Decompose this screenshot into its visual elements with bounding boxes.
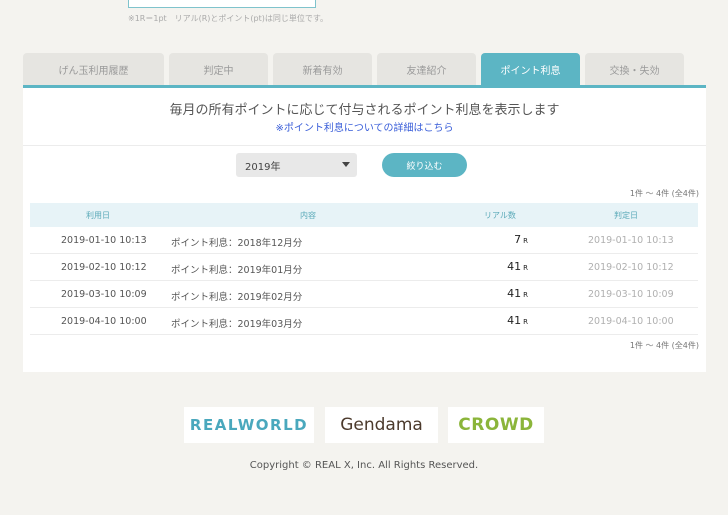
tab-new-valid[interactable]: 新着有効 [273, 53, 372, 86]
chevron-down-icon [342, 162, 350, 167]
tab-exchange-expiry[interactable]: 交換・失効 [585, 53, 684, 86]
crowd-logo[interactable]: CROWD [448, 407, 544, 443]
result-count-bottom: 1件 〜 4件 (全4件) [629, 341, 699, 350]
row-points: 7R [514, 233, 528, 246]
row-points: 41 R [507, 314, 528, 327]
header-judge-date: 判定日 [614, 211, 638, 220]
unit-note: ※1R＝1pt リアル(R)とポイント(pt)は同じ単位です。 [128, 14, 329, 23]
interest-details-link[interactable]: ※ポイント利息についての詳細はこちら [23, 119, 706, 134]
tab-gendama-history[interactable]: げん玉利用履歴 [23, 53, 164, 86]
row-description: ポイント利息：2019年03月分 [171, 319, 303, 330]
row-date: 2019-01-10 10:13 [61, 235, 147, 246]
unit-label: R [523, 291, 528, 299]
tab-point-interest[interactable]: ポイント利息 [481, 53, 580, 86]
unit-label: R [523, 318, 528, 326]
year-select[interactable]: 2019年 [236, 153, 357, 177]
partner-logos: REALWORLD Gendama CROWD [184, 407, 544, 443]
tab-pending[interactable]: 判定中 [169, 53, 268, 86]
header-content: 内容 [300, 211, 316, 220]
table-row: 2019-01-10 10:13 ポイント利息：2018年12月分 7R 201… [30, 227, 698, 254]
row-date: 2019-02-10 10:12 [61, 262, 147, 273]
row-judge-date: 2019-03-10 10:09 [588, 289, 674, 300]
table-row: 2019-04-10 10:00 ポイント利息：2019年03月分 41 R 20… [30, 308, 698, 335]
gendama-logo[interactable]: Gendama [325, 407, 438, 443]
filter-button[interactable]: 絞り込む [382, 153, 467, 177]
table-row: 2019-03-10 10:09 ポイント利息：2019年02月分 41 R 20… [30, 281, 698, 308]
row-judge-date: 2019-02-10 10:12 [588, 262, 674, 273]
row-points: 41 R [507, 260, 528, 273]
interest-panel: 毎月の所有ポイントに応じて付与されるポイント利息を表示します ※ポイント利息につ… [23, 88, 706, 372]
row-judge-date: 2019-04-10 10:00 [588, 316, 674, 327]
row-description: ポイント利息：2018年12月分 [171, 238, 303, 249]
header-points: リアル数 [484, 211, 516, 220]
row-date: 2019-03-10 10:09 [61, 289, 147, 300]
point-summary-box [128, 0, 316, 8]
row-description: ポイント利息：2019年01月分 [171, 265, 303, 276]
history-tabs: げん玉利用履歴 判定中 新着有効 友達紹介 ポイント利息 交換・失効 [23, 53, 706, 86]
row-points: 41 R [507, 287, 528, 300]
realworld-logo[interactable]: REALWORLD [184, 407, 314, 443]
panel-title: 毎月の所有ポイントに応じて付与されるポイント利息を表示します [169, 103, 560, 118]
copyright: Copyright © REAL X, Inc. All Rights Rese… [249, 460, 479, 471]
unit-label: R [523, 237, 528, 245]
row-judge-date: 2019-01-10 10:13 [588, 235, 674, 246]
row-date: 2019-04-10 10:00 [61, 316, 147, 327]
row-description: ポイント利息：2019年02月分 [171, 292, 303, 303]
table-row: 2019-02-10 10:12 ポイント利息：2019年01月分 41 R 20… [30, 254, 698, 281]
tab-friend-referral[interactable]: 友達紹介 [377, 53, 476, 86]
table-header: 利用日 内容 リアル数 判定日 [30, 203, 698, 227]
panel-header: 毎月の所有ポイントに応じて付与されるポイント利息を表示します ※ポイント利息につ… [23, 88, 706, 146]
unit-label: R [523, 264, 528, 272]
result-count-top: 1件 〜 4件 (全4件) [629, 189, 699, 198]
year-select-value: 2019年 [245, 161, 281, 173]
header-date: 利用日 [86, 211, 110, 220]
